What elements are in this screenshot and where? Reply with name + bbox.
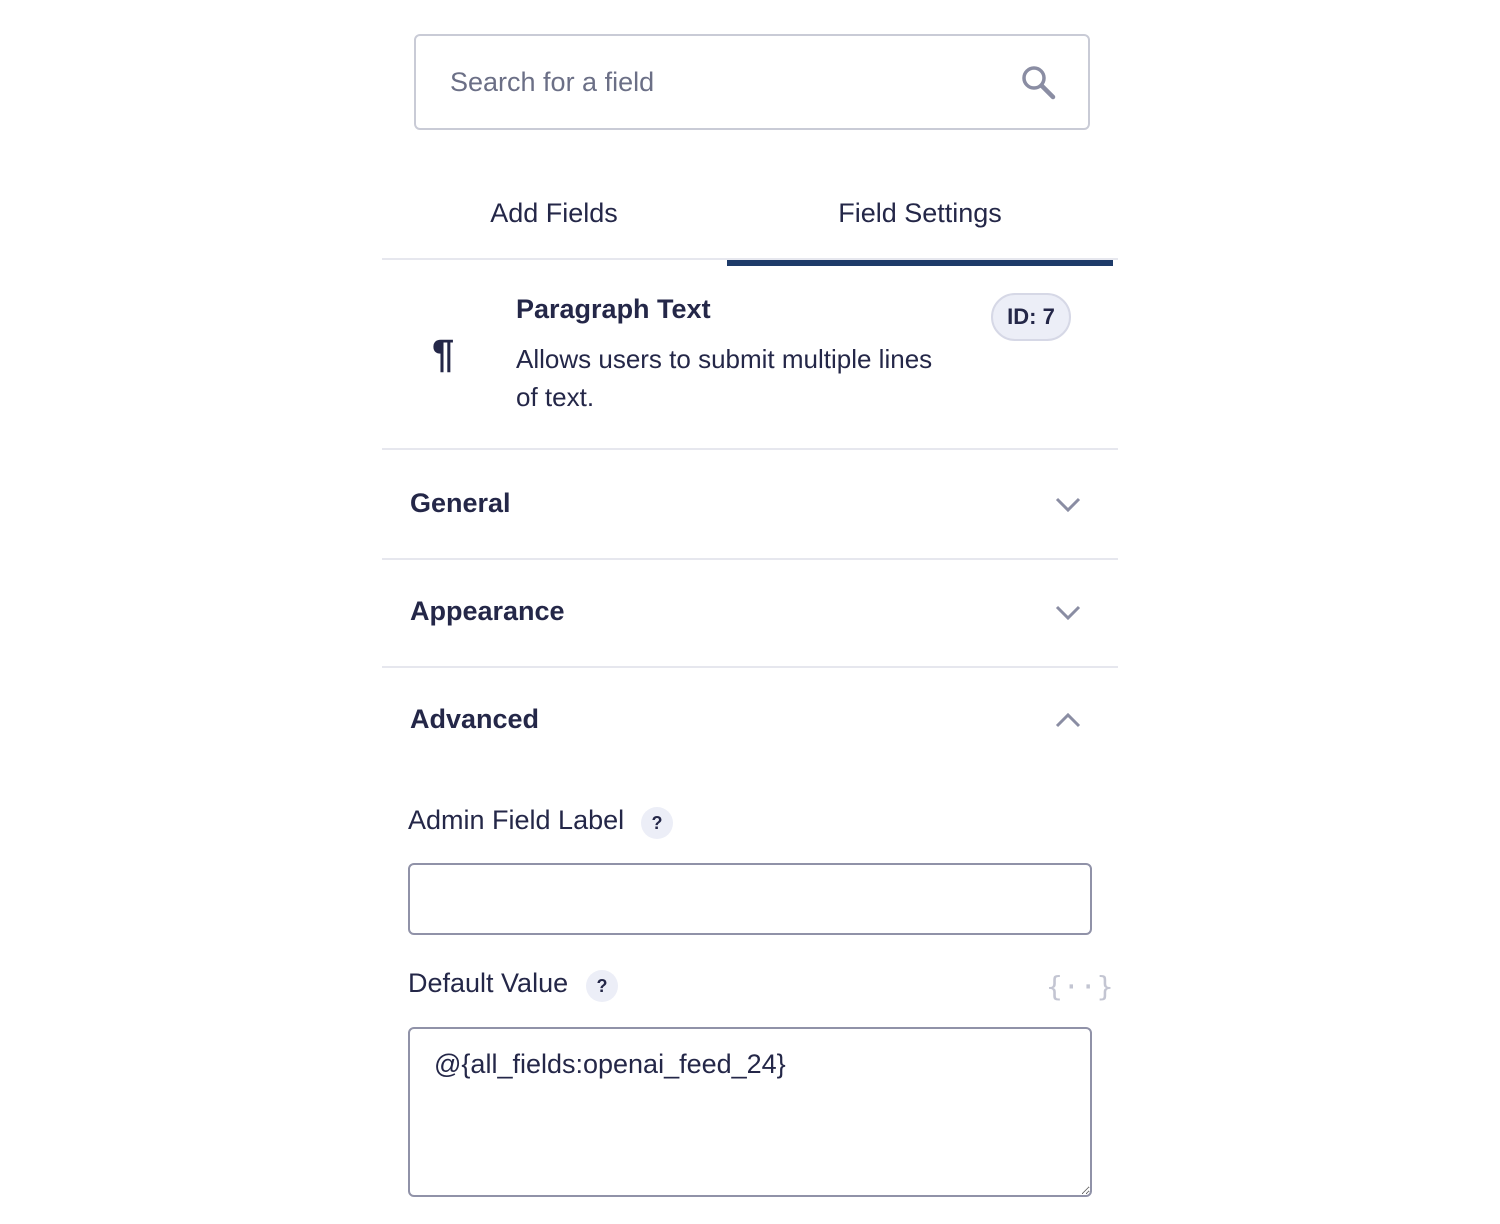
admin-field-label-input[interactable] — [408, 863, 1092, 935]
search-icon[interactable] — [1020, 64, 1056, 100]
merge-tag-icon[interactable]: {··} — [1046, 970, 1113, 1004]
section-advanced[interactable]: Advanced — [382, 668, 1118, 776]
field-type-description: Allows users to submit multiple lines of… — [516, 344, 933, 412]
section-appearance-title: Appearance — [410, 596, 565, 626]
default-value-textarea[interactable]: @{all_fields:openai_feed_24} — [408, 1027, 1092, 1197]
section-general[interactable]: General — [382, 452, 1118, 560]
search-input[interactable] — [450, 36, 1010, 128]
chevron-down-icon — [1055, 497, 1081, 513]
section-advanced-title: Advanced — [410, 704, 540, 734]
section-general-title: General — [410, 488, 511, 518]
admin-field-label: Admin Field Label — [408, 805, 625, 835]
tab-add-fields[interactable]: Add Fields — [382, 168, 726, 260]
field-id-badge: ID: 7 — [991, 293, 1071, 341]
search-box — [414, 34, 1090, 130]
default-value-label: Default Value — [408, 968, 569, 998]
field-header: ¶ Paragraph Text Allows users to submit … — [382, 262, 1118, 450]
admin-field-label-help-button[interactable]: ? — [641, 807, 673, 839]
field-type-title: Paragraph Text — [516, 294, 711, 324]
tab-bar: Add Fields Field Settings — [382, 168, 1118, 266]
pilcrow-icon: ¶ — [432, 332, 455, 376]
default-value-help-button[interactable]: ? — [586, 970, 618, 1002]
chevron-down-icon — [1055, 605, 1081, 621]
chevron-up-icon — [1055, 712, 1081, 728]
section-appearance[interactable]: Appearance — [382, 560, 1118, 668]
tab-field-settings[interactable]: Field Settings — [727, 168, 1113, 266]
